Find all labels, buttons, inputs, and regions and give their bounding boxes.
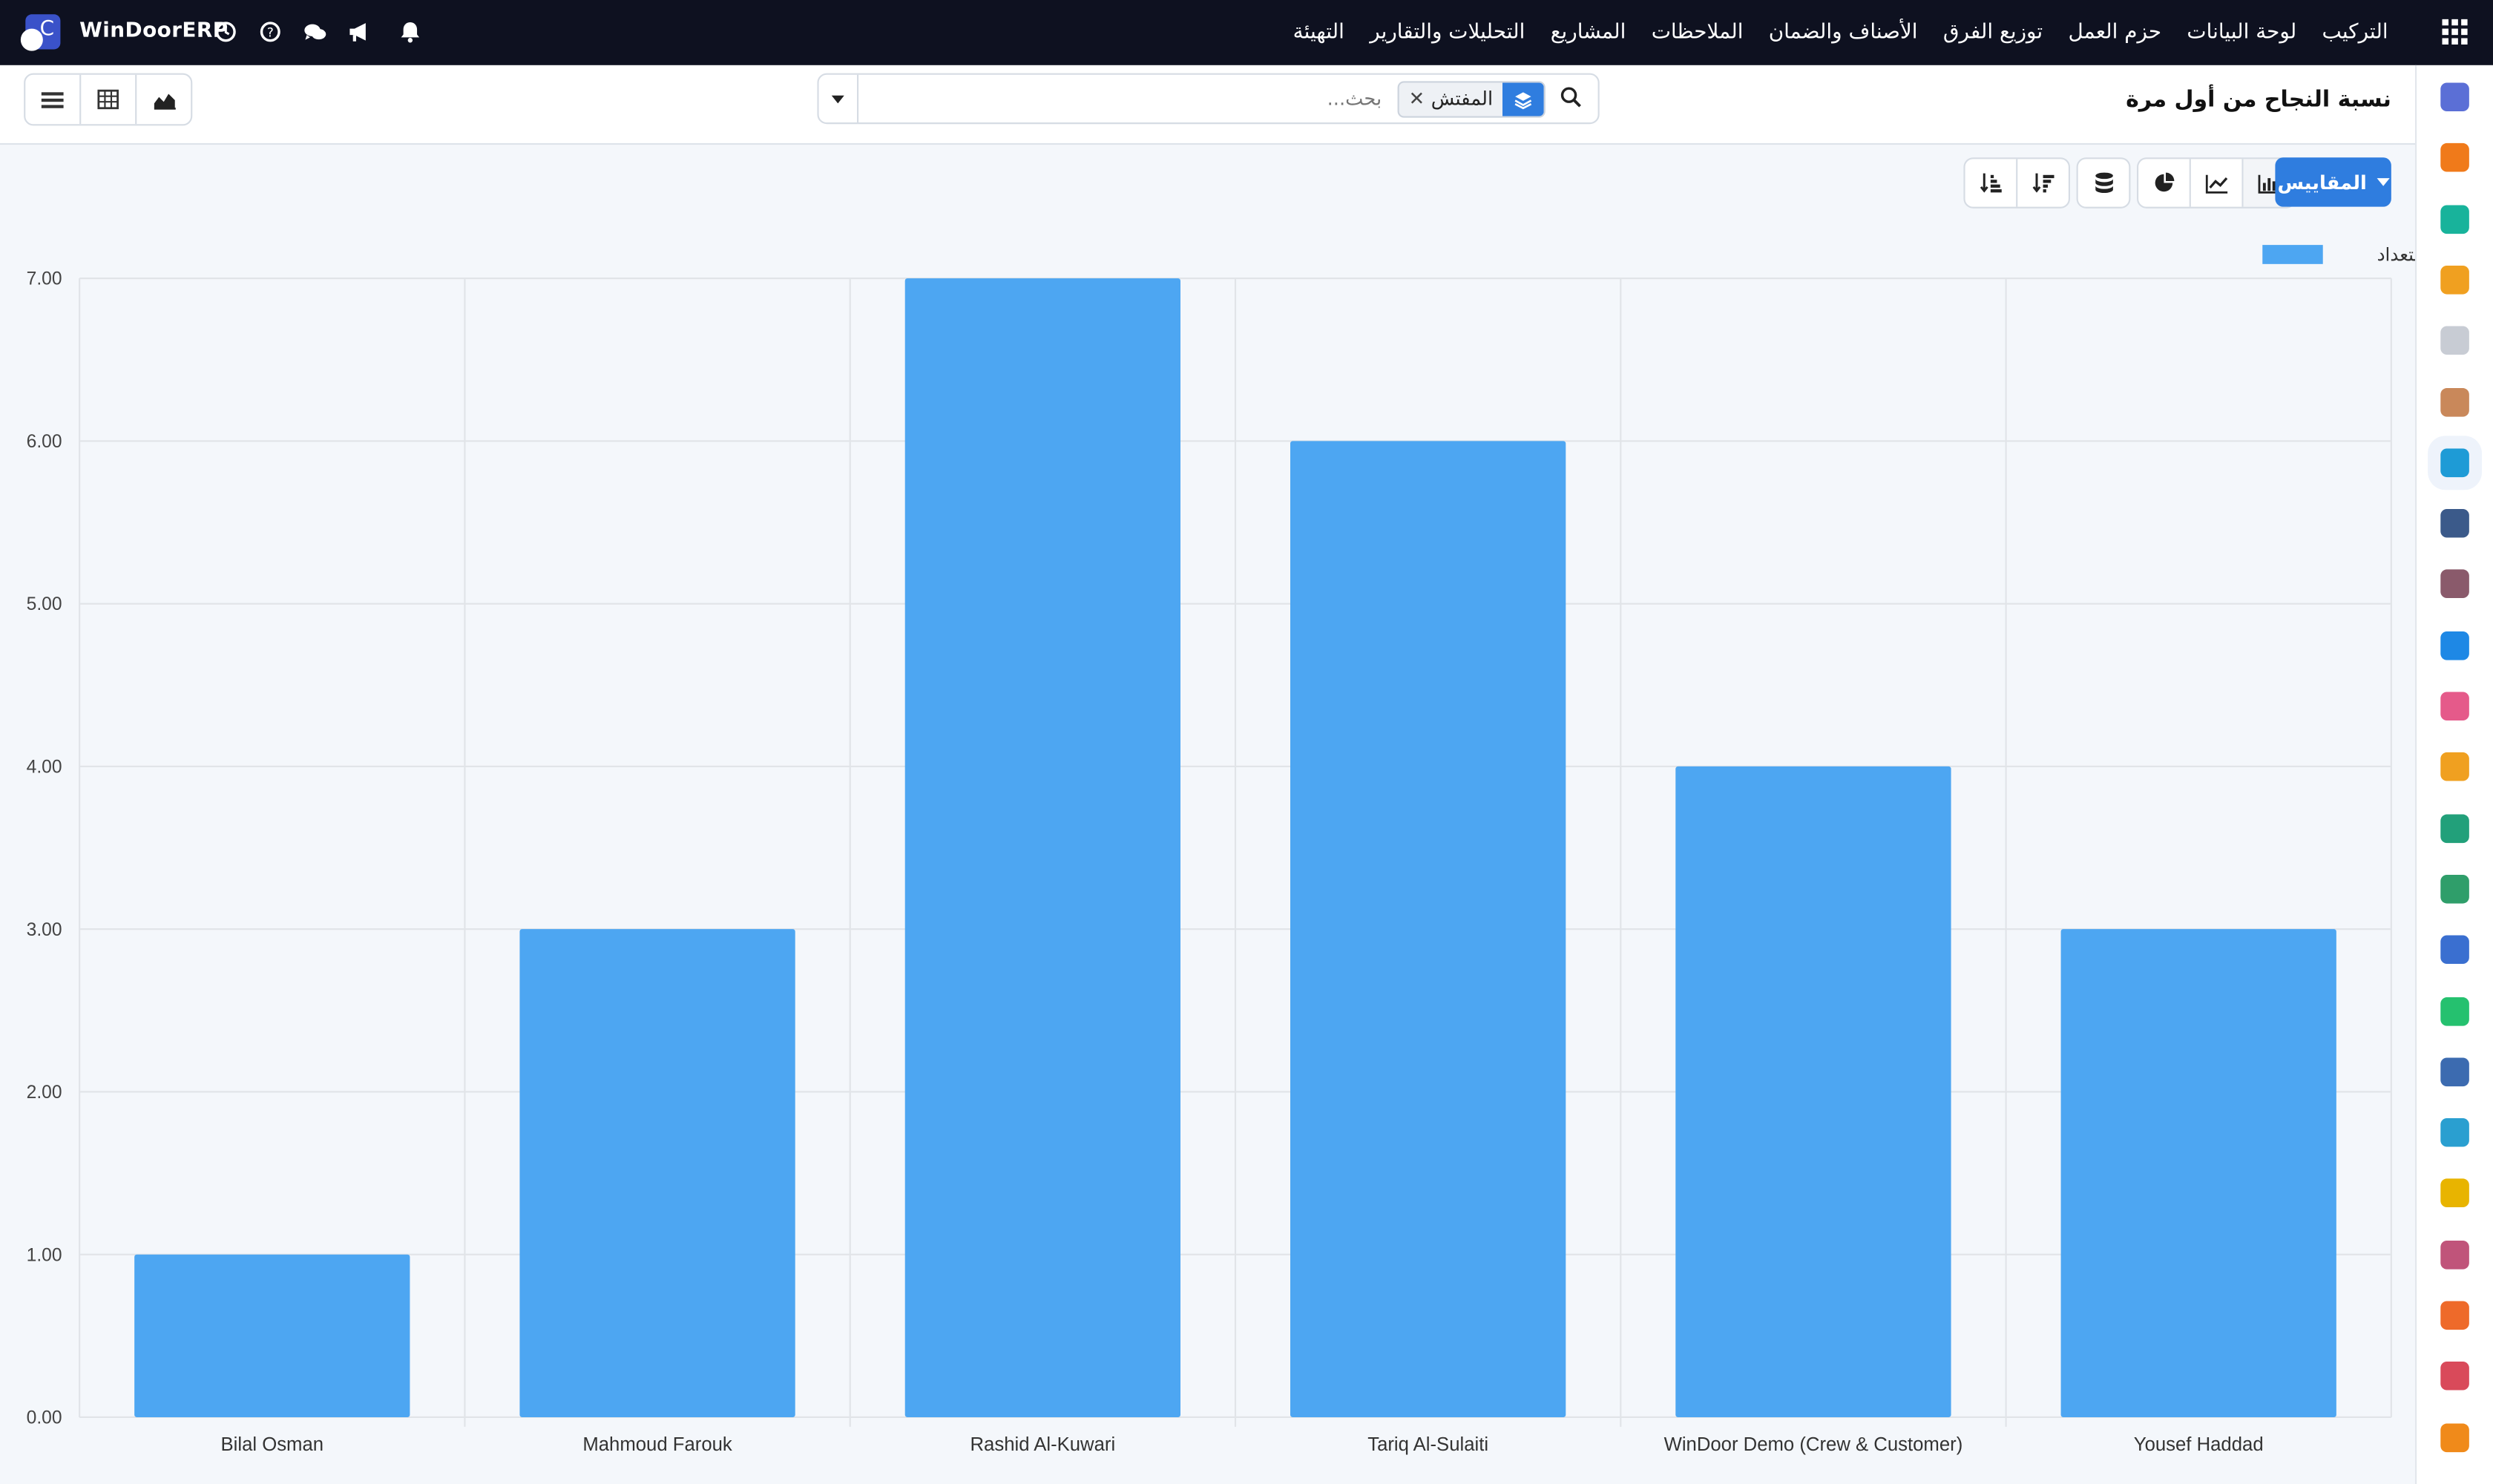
pie-chart-button[interactable] [2138,159,2191,207]
measures-dropdown-button[interactable]: المقاييس [2275,157,2391,207]
page-title: نسبة النجاح من أول مرة [2126,87,2391,114]
bar[interactable] [904,278,1181,1417]
legend-label[interactable]: التعداد [2377,244,2415,266]
search-bar: ✕ المفتش [817,73,1600,125]
graph-view-icon [153,93,175,109]
bell-icon[interactable] [396,18,425,47]
x-tick-label: Mahmoud Farouk [582,1434,732,1455]
menu-item-analytics-reports[interactable]: التحليلات والتقارير [1370,21,1525,45]
list-view-button[interactable] [25,74,82,125]
chat-icon[interactable] [300,18,329,47]
pivot-view-button[interactable] [81,74,137,125]
menu-item-configuration[interactable]: التهيئة [1293,21,1344,45]
search-facet: ✕ المفتش [1397,81,1546,118]
menu-item-projects[interactable]: المشاريع [1551,21,1626,45]
menu-item-work-packages[interactable]: حزم العمل [2068,21,2161,45]
menu-item-notes[interactable]: الملاحظات [1652,21,1744,45]
book-app-icon[interactable] [2440,509,2469,538]
y-tick-label: 0.00 [27,1408,62,1428]
search-input[interactable] [860,76,1385,121]
x-tick-label: WinDoor Demo (Crew & Customer) [1664,1434,1963,1455]
pivot-view-icon [97,89,119,110]
caret-down-icon [831,94,844,103]
x-tick-label: Bilal Osman [221,1434,324,1455]
company-logo[interactable]: C [20,14,61,51]
search-options-toggle[interactable] [819,74,859,123]
compass-app-icon[interactable] [2440,1057,2469,1086]
todo-app-icon[interactable] [2440,448,2469,477]
sort-ascending-button[interactable] [2017,159,2069,206]
sort-ascending-icon [2032,173,2054,193]
pie-app-icon[interactable] [2440,1362,2469,1391]
apps-grid-icon[interactable] [2442,19,2468,45]
company-name[interactable]: WinDoorERP [79,19,228,43]
bar[interactable] [134,1254,410,1417]
bar[interactable] [2060,929,2336,1417]
bar-chart: 0.00 1.00 2.00 3.00 4.00 5.00 6.00 7.00 Bilal Os… [27,244,2415,1455]
bar[interactable] [1675,766,1951,1417]
bar[interactable] [1290,441,1566,1417]
legend-swatch [2262,245,2323,264]
graph-toolbar [1963,157,2302,209]
pen-app-icon[interactable] [2440,813,2469,843]
chat-bubble-app-icon[interactable] [2440,143,2469,173]
line-chart-button[interactable] [2191,159,2244,207]
graph-view-button[interactable] [137,75,191,124]
sort-descending-button[interactable] [1965,159,2018,207]
search-icon[interactable] [1560,86,1582,108]
cube-app-icon[interactable] [2440,326,2469,355]
hex-app-icon[interactable] [2440,1301,2469,1330]
card-app-icon[interactable] [2440,1240,2469,1269]
y-tick-label: 4.00 [27,757,62,777]
bar[interactable] [519,929,795,1417]
remove-facet-icon[interactable]: ✕ [1399,82,1425,116]
pie-chart-icon [2155,172,2175,192]
dollar-app-icon[interactable] [2440,631,2469,660]
x-tick-label: Rashid Al-Kuwari [970,1434,1116,1455]
puzzle-app-icon[interactable] [2440,387,2469,416]
sort-descending-icon [1980,173,2002,193]
menu-item-crew-allocation[interactable]: توزيع الفرق [1943,21,2043,45]
database-stack-icon [2095,172,2112,194]
megaphone-icon[interactable] [345,18,374,47]
dashboard-app-icon[interactable] [2440,935,2469,965]
line-chart-icon [2204,174,2227,193]
facet-label: المفتش [1431,87,1494,110]
view-switcher [24,73,193,126]
clock-icon[interactable] [211,18,240,47]
x-tick-label: Tariq Al-Sulaiti [1367,1434,1488,1455]
menu-item-installation[interactable]: التركيب [2322,21,2388,45]
send-app-icon[interactable] [2440,1179,2469,1208]
caret-down-icon [2376,178,2389,186]
layers-icon [1502,82,1544,116]
measures-label: المقاييس [2277,171,2367,194]
logo-letter: C [39,17,55,42]
check-app-icon[interactable] [2440,204,2469,234]
wave-app-icon[interactable] [2440,1118,2469,1147]
y-tick-label: 2.00 [27,1083,62,1103]
help-icon[interactable]: ? [256,18,285,47]
svg-text:?: ? [267,25,274,40]
calendar-31-app-icon[interactable] [2440,752,2469,782]
team-app-icon[interactable] [2440,692,2469,721]
menu-item-items-warranty[interactable]: الأصناف والضمان [1769,21,1918,45]
y-tick-label: 3.00 [27,920,62,940]
y-tick-label: 1.00 [27,1245,62,1265]
y-tick-label: 6.00 [27,432,62,452]
bar-chart-app-icon[interactable] [2440,265,2469,295]
m-app-icon[interactable] [2440,82,2469,112]
x-tick-label: Yousef Haddad [2134,1434,2264,1455]
menu-item-dashboard[interactable]: لوحة البيانات [2187,21,2296,45]
top-navbar: C WinDoorERP ? التركيب لوحة البيانات حزم… [0,0,2493,65]
contact-app-icon[interactable] [2440,874,2469,904]
list-view-icon [41,91,64,108]
stacked-toggle-button[interactable] [2078,159,2129,206]
y-tick-label: 7.00 [27,269,62,289]
y-tick-label: 5.00 [27,594,62,614]
whatsapp-app-icon[interactable] [2440,996,2469,1025]
honey-app-icon[interactable] [2440,1422,2469,1452]
box-app-icon[interactable] [2440,570,2469,599]
